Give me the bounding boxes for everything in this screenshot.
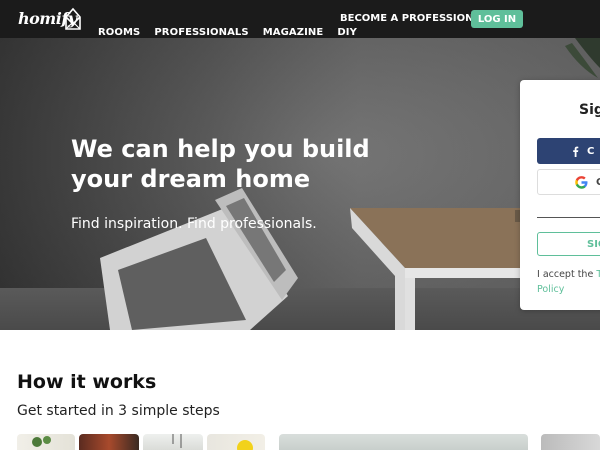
house-envelope-icon — [65, 7, 81, 30]
terms-prefix: I accept the — [537, 269, 594, 280]
hanging-lamp-thumbnail-image — [172, 434, 182, 448]
step-thumbnails — [0, 434, 600, 450]
privacy-policy-link[interactable]: Policy — [537, 284, 564, 295]
yellow-object-thumbnail-image — [237, 440, 253, 450]
google-signup-label: C — [596, 176, 600, 188]
google-signup-button[interactable]: C — [537, 169, 600, 195]
terms-text: I accept the Te Policy — [537, 267, 600, 297]
nav-link-professionals[interactable]: PROFESSIONALS — [154, 27, 248, 38]
hero-subtitle: Find inspiration. Find professionals. — [71, 216, 317, 232]
step-thumbnail[interactable] — [207, 434, 265, 450]
signup-divider — [537, 217, 600, 218]
google-icon — [575, 175, 588, 189]
signup-card: Sig C C SIG I accept the Te Policy — [520, 80, 600, 310]
nav-link-magazine[interactable]: MAGAZINE — [263, 27, 324, 38]
hero-headline: We can help you build your dream home — [71, 135, 370, 193]
plant-thumbnail-image — [32, 436, 51, 447]
become-professional-link[interactable]: BECOME A PROFESSIONAL — [340, 13, 488, 24]
hero-banner: We can help you build your dream home Fi… — [0, 38, 600, 330]
step-thumbnail[interactable] — [541, 434, 600, 450]
top-navigation: homify ROOMS PROFESSIONALS MAGAZINE DIY … — [0, 0, 600, 38]
homify-logo[interactable]: homify — [18, 5, 82, 33]
facebook-icon — [573, 146, 579, 157]
main-menu: ROOMS PROFESSIONALS MAGAZINE DIY — [98, 27, 357, 38]
step-thumbnail[interactable] — [17, 434, 75, 450]
email-signup-button[interactable]: SIG — [537, 232, 600, 256]
step-thumbnail[interactable] — [79, 434, 139, 450]
terms-link[interactable]: Te — [596, 269, 600, 280]
step-thumbnail[interactable] — [143, 434, 203, 450]
how-it-works-subtitle: Get started in 3 simple steps — [17, 403, 220, 419]
login-button[interactable]: LOG IN — [471, 10, 523, 28]
facebook-signup-label: C — [587, 145, 595, 157]
nav-link-diy[interactable]: DIY — [337, 27, 357, 38]
signup-title: Sig — [579, 102, 600, 118]
how-it-works-title: How it works — [17, 371, 157, 393]
facebook-signup-button[interactable]: C — [537, 138, 600, 164]
step-thumbnail[interactable] — [279, 434, 528, 450]
homify-page: homify ROOMS PROFESSIONALS MAGAZINE DIY … — [0, 0, 600, 450]
nav-link-rooms[interactable]: ROOMS — [98, 27, 140, 38]
